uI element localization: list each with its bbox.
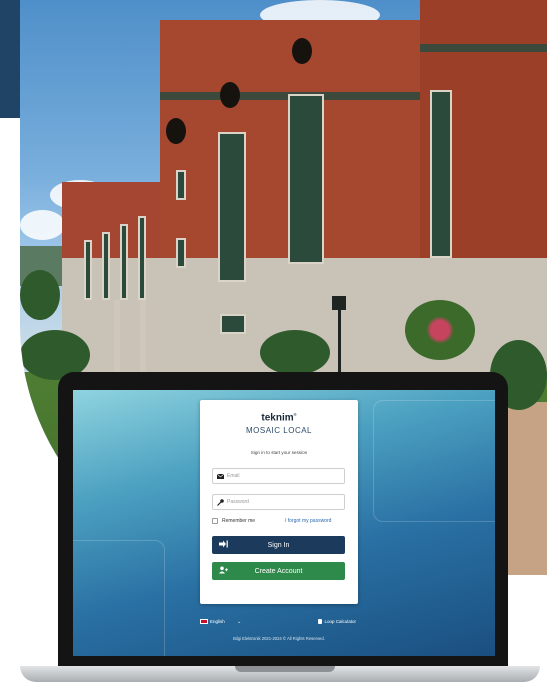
window [176, 170, 186, 200]
shrub [260, 330, 330, 375]
key-icon [213, 498, 227, 506]
loop-calculator-link[interactable]: Loop Calculator [318, 619, 356, 624]
tree [20, 270, 60, 320]
round-window [220, 82, 240, 108]
round-window [166, 118, 186, 144]
cloud [20, 210, 65, 240]
loop-calculator-label: Loop Calculator [324, 619, 356, 624]
lamp-post [338, 308, 341, 378]
remember-label: Remember me [222, 518, 256, 524]
tall-window [288, 94, 324, 264]
cornice [420, 44, 547, 52]
tall-window [430, 90, 452, 258]
laptop-notch [235, 666, 335, 672]
flowering-shrub [405, 300, 475, 360]
envelope-icon [213, 473, 227, 479]
password-field[interactable] [212, 494, 345, 510]
remember-checkbox[interactable] [212, 518, 218, 524]
screen-decoration [373, 400, 495, 522]
laptop-mockup: teknim® MOSAIC LOCAL Sign in to start yo… [58, 372, 508, 670]
create-account-label: Create Account [254, 567, 303, 575]
pillar [114, 300, 120, 372]
brand-logo: teknim® [261, 412, 297, 424]
forgot-password-link[interactable]: I forgot my password [285, 518, 331, 524]
window [102, 232, 110, 300]
password-input[interactable] [227, 499, 337, 505]
window [120, 224, 128, 300]
language-label: English [210, 619, 225, 624]
chevron-down-icon[interactable]: ⌄ [237, 619, 241, 625]
tall-window [218, 132, 246, 282]
footer-bar: English ⌄ Loop Calculator [200, 616, 358, 630]
copyright-text: Bilgi Elektronik 2021-2024 © All Rights … [233, 636, 325, 641]
window [138, 216, 146, 300]
language-selector[interactable]: English [200, 619, 225, 624]
screen-decoration [73, 540, 165, 656]
laptop-screen: teknim® MOSAIC LOCAL Sign in to start yo… [73, 390, 495, 656]
user-plus-icon [219, 566, 228, 576]
sign-in-button[interactable]: Sign In [212, 536, 345, 554]
pillar [140, 300, 146, 372]
window [84, 240, 92, 300]
email-input[interactable] [227, 473, 337, 479]
calculator-icon [318, 619, 323, 624]
window [176, 238, 186, 268]
login-subtitle: Sign in to start your session [250, 450, 308, 455]
remember-me[interactable]: Remember me [212, 518, 255, 524]
email-field[interactable] [212, 468, 345, 484]
window [220, 314, 246, 334]
login-card: teknim® MOSAIC LOCAL Sign in to start yo… [200, 400, 358, 604]
create-account-button[interactable]: Create Account [212, 562, 345, 580]
round-window [292, 38, 312, 64]
product-name: MOSAIC LOCAL [245, 426, 312, 435]
uk-flag-icon [200, 619, 208, 624]
sign-in-icon [219, 540, 228, 550]
sign-in-label: Sign In [267, 541, 290, 549]
